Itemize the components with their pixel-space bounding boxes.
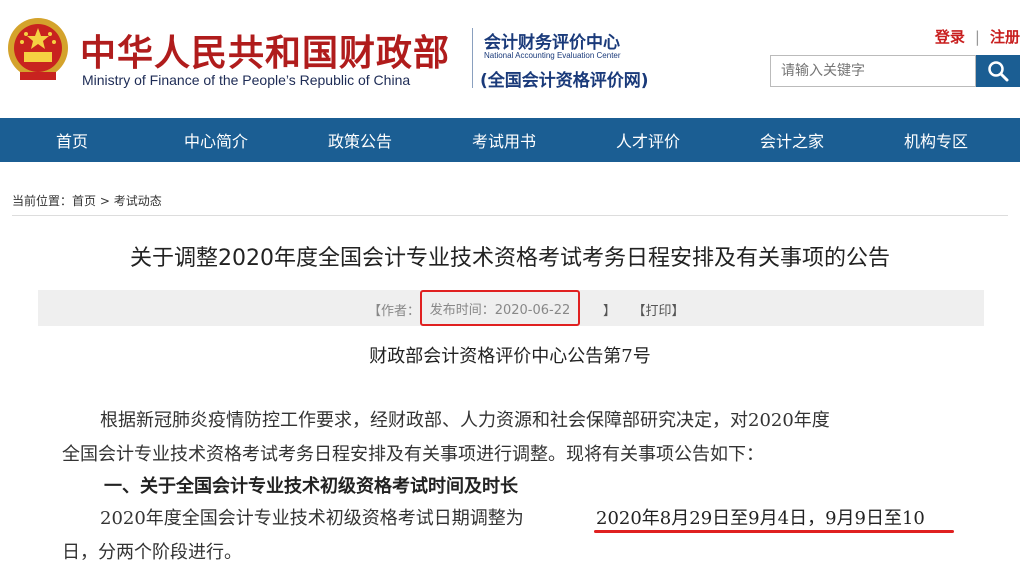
center-name-cn: 会计财务评价中心 <box>484 33 620 53</box>
publish-date-text: 发布时间：2020-06-22 <box>429 302 571 318</box>
paragraph-1-line-1: 根据新冠肺炎疫情防控工作要求，经财政部、人力资源和社会保障部研究决定，对2020… <box>100 410 830 431</box>
header-divider <box>472 28 473 88</box>
national-emblem-icon <box>8 18 68 80</box>
search-input[interactable] <box>770 55 976 87</box>
breadcrumb-prefix: 当前位置： <box>12 194 73 208</box>
paragraph-2-highlight: 2020年8月29日至9月4日，9月9日至10 <box>596 508 925 529</box>
search-icon <box>988 61 1009 82</box>
nav-item-exam-books[interactable]: 考试用书 <box>432 118 576 162</box>
meta-close-bracket: 】 <box>603 304 617 319</box>
article-title: 关于调整2020年度全国会计专业技术资格考试考务日程安排及有关事项的公告 <box>130 246 890 271</box>
login-link[interactable]: 登录 <box>935 26 965 47</box>
nav-item-policy[interactable]: 政策公告 <box>288 118 432 162</box>
breadcrumb-home[interactable]: 首页 <box>72 194 96 208</box>
nav-item-about[interactable]: 中心简介 <box>144 118 288 162</box>
main-nav: 首页 中心简介 政策公告 考试用书 人才评价 会计之家 机构专区 <box>0 118 1020 162</box>
breadcrumb-divider <box>12 215 1008 216</box>
nav-item-home[interactable]: 首页 <box>0 118 144 162</box>
nav-item-talent[interactable]: 人才评价 <box>576 118 720 162</box>
ministry-name-cn: 中华人民共和国财政部 <box>80 32 451 74</box>
link-separator: | <box>974 27 980 46</box>
highlight-underline <box>594 530 954 533</box>
paragraph-2-line-2: 日，分两个阶段进行。 <box>62 542 242 563</box>
breadcrumb: 当前位置：首页 > 考试动态 <box>12 192 162 209</box>
notice-number: 财政部会计资格评价中心公告第7号 <box>369 346 651 367</box>
article-author: 【作者： <box>368 304 421 319</box>
nav-item-institution[interactable]: 机构专区 <box>864 118 1008 162</box>
print-link[interactable]: 】 【打印】 <box>603 300 685 319</box>
site-header: 中华人民共和国财政部 Ministry of Finance of the Pe… <box>0 0 1020 118</box>
center-network-name: (全国会计资格评价网) <box>480 71 649 91</box>
center-name-en: National Accounting Evaluation Center <box>484 51 621 60</box>
search-button[interactable] <box>976 55 1020 87</box>
nav-item-accountant-home[interactable]: 会计之家 <box>720 118 864 162</box>
register-link[interactable]: 注册 <box>990 26 1020 47</box>
account-links: 登录 | 注册 <box>935 26 1020 47</box>
breadcrumb-separator: > <box>96 194 114 208</box>
ministry-name-en: Ministry of Finance of the People’s Repu… <box>82 72 411 88</box>
paragraph-2-prefix: 2020年度全国会计专业技术初级资格考试日期调整为 <box>100 508 524 529</box>
article-publish-date: 发布时间：2020-06-22 <box>420 290 580 326</box>
breadcrumb-current[interactable]: 考试动态 <box>114 194 162 208</box>
paragraph-1-line-2: 全国会计专业技术资格考试考务日程安排及有关事项进行调整。现将有关事项公告如下： <box>62 444 764 465</box>
print-label[interactable]: 【打印】 <box>633 304 685 319</box>
section-1-heading: 一、关于全国会计专业技术初级资格考试时间及时长 <box>104 476 518 497</box>
